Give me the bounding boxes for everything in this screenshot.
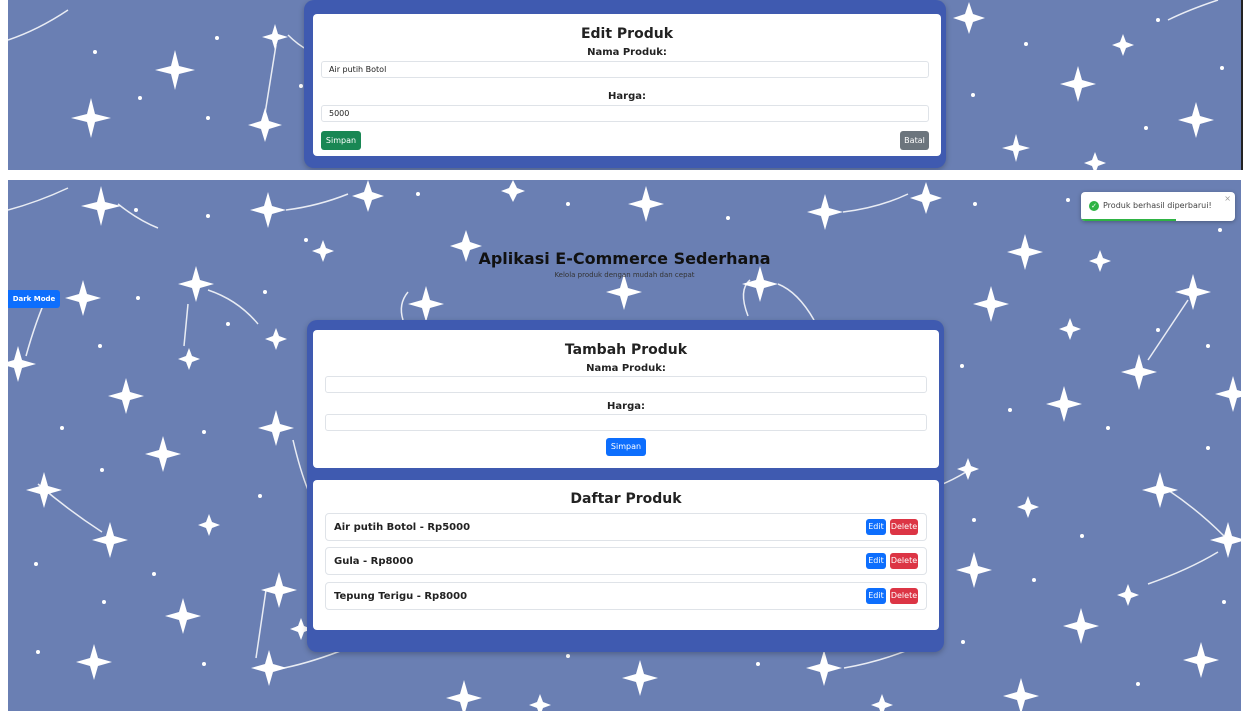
- product-item-text: Tepung Terigu - Rp8000: [334, 591, 468, 602]
- toast-message: Produk berhasil diperbarui!: [1103, 201, 1212, 210]
- delete-product-button[interactable]: Delete: [890, 519, 918, 535]
- delete-product-button[interactable]: Delete: [890, 588, 918, 604]
- product-list-item: Air putih Botol - Rp5000 Edit Delete: [325, 513, 927, 541]
- add-name-label: Nama Produk:: [586, 363, 666, 374]
- edit-product-button[interactable]: Edit: [866, 553, 886, 569]
- edit-product-button[interactable]: Edit: [866, 519, 886, 535]
- edit-name-label: Nama Produk:: [587, 47, 667, 58]
- toast-close-button[interactable]: ×: [1224, 194, 1231, 203]
- edit-form-card: Edit Produk Nama Produk: Air putih Botol…: [313, 14, 941, 156]
- edit-form-title: Edit Produk: [580, 26, 674, 42]
- add-price-input[interactable]: [325, 414, 927, 431]
- success-toast: ✓ Produk berhasil diperbarui! ×: [1081, 192, 1235, 221]
- app-subtitle: Kelola produk dengan mudah dan cepat: [554, 271, 695, 279]
- app-title: Aplikasi E-Commerce Sederhana: [478, 249, 771, 268]
- product-item-text: Air putih Botol - Rp5000: [334, 522, 471, 533]
- product-list-item: Tepung Terigu - Rp8000 Edit Delete: [325, 582, 927, 610]
- product-list-title: Daftar Produk: [570, 491, 682, 507]
- dark-mode-button[interactable]: Dark Mode: [8, 290, 60, 308]
- add-price-label: Harga:: [607, 401, 645, 412]
- add-save-button[interactable]: Simpan: [606, 438, 646, 456]
- main-app-panel: Aplikasi E-Commerce Sederhana Kelola pro…: [8, 180, 1241, 711]
- toast-progress-bar: [1081, 219, 1177, 221]
- check-circle-icon: ✓: [1089, 201, 1099, 211]
- product-list-card: Daftar Produk Air putih Botol - Rp5000 E…: [313, 480, 939, 630]
- add-form-title: Tambah Produk: [564, 342, 688, 358]
- edit-price-input[interactable]: 5000: [321, 105, 929, 122]
- edit-cancel-button[interactable]: Batal: [900, 131, 929, 150]
- product-list-item: Gula - Rp8000 Edit Delete: [325, 547, 927, 575]
- edit-product-button[interactable]: Edit: [866, 588, 886, 604]
- edit-screenshot-panel: Edit Produk Nama Produk: Air putih Botol…: [8, 0, 1243, 170]
- add-product-card: Tambah Produk Nama Produk: Harga: Simpan: [313, 330, 939, 468]
- add-name-input[interactable]: [325, 376, 927, 393]
- edit-save-button[interactable]: Simpan: [321, 131, 361, 150]
- edit-price-label: Harga:: [608, 91, 646, 102]
- edit-name-input[interactable]: Air putih Botol: [321, 61, 929, 78]
- product-item-text: Gula - Rp8000: [334, 556, 414, 567]
- delete-product-button[interactable]: Delete: [890, 553, 918, 569]
